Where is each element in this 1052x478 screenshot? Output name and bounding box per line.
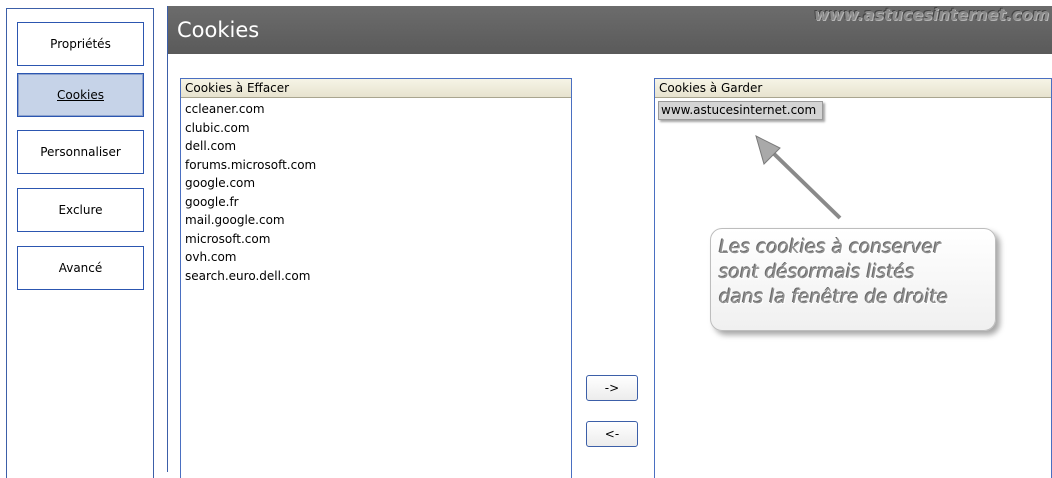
cookies-to-delete-items: ccleaner.com clubic.com dell.com forums.mic…: [181, 98, 571, 285]
list-item[interactable]: google.fr: [185, 193, 571, 212]
sidebar-item-cookies[interactable]: Cookies: [17, 73, 144, 117]
list-item[interactable]: microsoft.com: [185, 230, 571, 249]
move-right-button[interactable]: ->: [586, 375, 638, 401]
watermark: www.astucesinternet.com: [814, 5, 1049, 24]
sidebar-item-personnaliser[interactable]: Personnaliser: [17, 130, 144, 174]
list-item[interactable]: ccleaner.com: [185, 100, 571, 119]
list-item[interactable]: clubic.com: [185, 119, 571, 138]
cookies-to-delete-header: Cookies à Effacer: [181, 79, 571, 98]
annotation-line: dans la fenêtre de droite: [719, 287, 949, 308]
list-item[interactable]: search.euro.dell.com: [185, 267, 571, 286]
annotation-line: sont désormais listés: [719, 262, 915, 283]
list-item[interactable]: forums.microsoft.com: [185, 156, 571, 175]
move-left-button[interactable]: <-: [586, 421, 638, 447]
list-item[interactable]: www.astucesinternet.com: [658, 101, 824, 120]
main-area: Cookies www.astucesinternet.com Cookies …: [167, 5, 1052, 478]
list-item[interactable]: dell.com: [185, 137, 571, 156]
list-item[interactable]: google.com: [185, 174, 571, 193]
sidebar-item-proprietes[interactable]: Propriétés: [17, 22, 144, 66]
annotation-line: Les cookies à conserver: [719, 237, 941, 258]
annotation-callout: Les cookies à conserver sont désormais l…: [710, 228, 996, 331]
list-item[interactable]: ovh.com: [185, 248, 571, 267]
cookies-to-delete-list[interactable]: Cookies à Effacer ccleaner.com clubic.com…: [180, 78, 572, 478]
list-item[interactable]: mail.google.com: [185, 211, 571, 230]
page-header: Cookies www.astucesinternet.com: [168, 5, 1052, 54]
sidebar-item-avance[interactable]: Avancé: [17, 246, 144, 290]
cookies-to-keep-header: Cookies à Garder: [655, 79, 1051, 98]
sidebar: Propriétés Cookies Personnaliser Exclure…: [6, 8, 154, 478]
sidebar-item-exclure[interactable]: Exclure: [17, 188, 144, 232]
page-title: Cookies: [177, 18, 260, 42]
